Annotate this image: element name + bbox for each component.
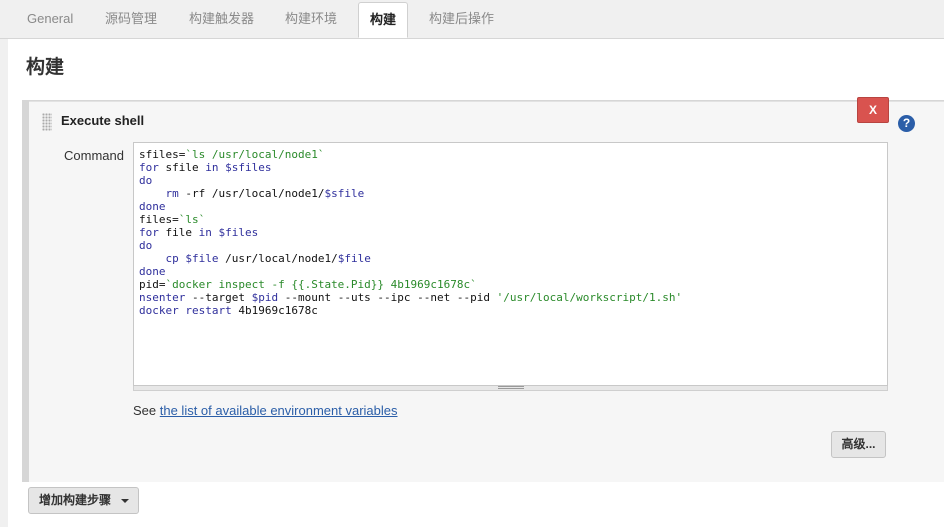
command-line: done [139,265,166,278]
command-line: pid=`docker inspect -f {{.State.Pid}} 4b… [139,278,477,291]
command-line: cp $file /usr/local/node1/$file [165,252,371,265]
tab-build[interactable]: 构建 [358,2,409,38]
step-title: Execute shell [61,113,145,128]
delete-step-button[interactable]: X [857,97,889,123]
command-label: Command [64,148,124,163]
help-icon[interactable]: ? [898,115,915,132]
command-textarea[interactable]: sfiles=`ls /usr/local/node1` for sfile in… [133,142,888,386]
tab-build-environment[interactable]: 构建环境 [285,0,337,38]
command-line: sfiles=`ls /usr/local/node1` [139,148,325,161]
command-line: nsenter --target $pid --mount --uts --ip… [139,291,683,304]
config-tabbar: General 源码管理 构建触发器 构建环境 构建 构建后操作 [0,0,944,39]
textarea-resize-handle[interactable] [133,386,888,391]
command-line: done [139,200,166,213]
tab-general[interactable]: General [27,0,73,38]
section-title: 构建 [26,57,65,78]
tab-build-triggers[interactable]: 构建触发器 [189,0,254,38]
command-line: do [139,174,153,187]
command-line: files=`ls` [139,213,206,226]
tab-post-build[interactable]: 构建后操作 [429,0,494,38]
command-line: do [139,239,153,252]
add-build-step-label: 增加构建步骤 [39,493,112,507]
env-vars-link[interactable]: the list of available environment variab… [160,403,398,418]
add-build-step-button[interactable]: 增加构建步骤 [28,487,139,514]
tab-source-management[interactable]: 源码管理 [105,0,157,38]
drag-handle-icon[interactable] [42,113,52,131]
resize-grip-icon [498,386,524,389]
command-line: docker restart 4b1969c1678c [139,304,318,317]
command-code: sfiles=`ls /usr/local/node1` for sfile in… [139,148,682,317]
command-line: rm -rf /usr/local/node1/$sfile [165,187,365,200]
advanced-button[interactable]: 高级... [831,431,886,458]
env-vars-hint: See the list of available environment va… [133,403,398,418]
env-vars-prefix: See [133,403,160,418]
command-line: for sfile in $sfiles [139,161,272,174]
command-line: for file in $files [139,226,259,239]
caret-down-icon [121,499,129,503]
